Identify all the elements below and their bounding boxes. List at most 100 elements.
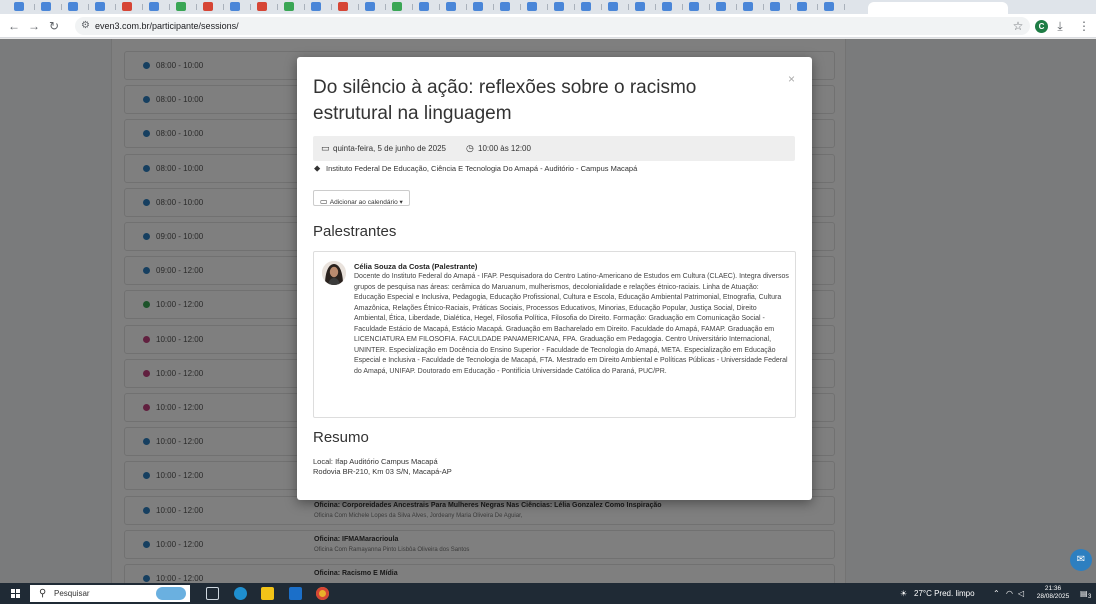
browser-tab-favicon-icon[interactable] [68,2,78,11]
site-info-icon[interactable]: ⚙ [81,19,90,33]
browser-toolbar: ← → ↻ ⚙ even3.com.br/participante/sessio… [0,14,1096,38]
browser-tab-favicon-icon[interactable] [284,2,294,11]
browser-tab-favicon-icon[interactable] [554,2,564,11]
browser-tab-favicon-icon[interactable] [635,2,645,11]
notification-count: 3 [1088,594,1092,600]
tab-separator [358,4,359,10]
browser-tab-favicon-icon[interactable] [527,2,537,11]
summary-heading: Resumo [313,429,369,446]
network-icon[interactable]: ◠ [1006,588,1013,599]
tray-expand-icon[interactable]: ⌃ [993,588,1000,599]
browser-tab-favicon-icon[interactable] [770,2,780,11]
search-icon: ⚲ [39,588,47,599]
tab-separator [142,4,143,10]
browser-tab-favicon-icon[interactable] [176,2,186,11]
menu-kebab-icon[interactable]: ⋮ [1076,18,1092,34]
modal-title: Do silêncio à ação: reflexões sobre o ra… [313,77,697,124]
browser-tab-favicon-icon[interactable] [122,2,132,11]
browser-tab-favicon-icon[interactable] [824,2,834,11]
tab-separator [61,4,62,10]
browser-tab-favicon-icon[interactable] [203,2,213,11]
clock-icon: ◷ [466,143,474,153]
add-to-calendar-button[interactable]: ▭ Adicionar ao calendário ▾ [313,190,410,206]
browser-tab-favicon-icon[interactable] [311,2,321,11]
browser-tab-favicon-icon[interactable] [230,2,240,11]
browser-tab-favicon-icon[interactable] [14,2,24,11]
system-clock[interactable]: 21:36 28/08/2025 [1033,585,1073,601]
search-highlight-icon [156,587,186,600]
taskbar-search-box[interactable]: ⚲ Pesquisar [30,585,190,602]
tab-separator [601,4,602,10]
tab-separator [412,4,413,10]
chrome-browser-icon[interactable] [316,587,329,600]
browser-tab-favicon-icon[interactable] [797,2,807,11]
task-view-icon[interactable] [206,587,219,600]
session-date: quinta-feira, 5 de junho de 2025 [333,144,446,153]
browser-tab-favicon-icon[interactable] [338,2,348,11]
clock-date: 28/08/2025 [1036,593,1070,600]
windows-start-icon[interactable] [11,589,21,599]
profile-avatar[interactable]: C [1035,20,1048,33]
tab-separator [115,4,116,10]
browser-tab-favicon-icon[interactable] [365,2,375,11]
speaker-bio: Docente do Instituto Federal do Amapá - … [354,273,789,375]
calendar-icon: ▭ [320,197,330,206]
tab-separator [385,4,386,10]
date-bar: ▭ quinta-feira, 5 de junho de 2025 ◷ 10:… [313,136,795,161]
edge-browser-icon[interactable] [234,587,247,600]
browser-tab-favicon-icon[interactable] [41,2,51,11]
tab-separator [439,4,440,10]
tab-separator [331,4,332,10]
bookmark-star-icon[interactable]: ☆ [1010,18,1026,34]
session-location: Instituto Federal De Educação, Ciência E… [326,164,638,173]
map-marker-icon: ⬥ [314,163,321,173]
download-icon[interactable]: ⤓ [1052,18,1068,34]
tab-separator [817,4,818,10]
browser-tab-favicon-icon[interactable] [95,2,105,11]
speaker-avatar [322,261,346,285]
browser-tab-favicon-icon[interactable] [473,2,483,11]
tab-separator [493,4,494,10]
tab-separator [88,4,89,10]
tab-separator [628,4,629,10]
reload-icon[interactable]: ↻ [46,18,62,34]
browser-tab-favicon-icon[interactable] [689,2,699,11]
close-icon[interactable]: × [788,73,795,85]
weather-icon[interactable]: ☀ [900,588,907,599]
address-bar[interactable]: ⚙ even3.com.br/participante/sessions/ [75,17,1030,35]
speaker-card: Célia Souza da Costa (Palestrante) Docen… [313,251,796,418]
tab-separator [196,4,197,10]
browser-tab-favicon-icon[interactable] [257,2,267,11]
browser-tab-favicon-icon[interactable] [716,2,726,11]
browser-tab-favicon-icon[interactable] [392,2,402,11]
browser-tab-favicon-icon[interactable] [662,2,672,11]
tab-separator [682,4,683,10]
browser-tab-favicon-icon[interactable] [446,2,456,11]
taskbar-search-placeholder: Pesquisar [54,589,90,598]
forward-icon[interactable]: → [26,18,42,34]
weather-text[interactable]: 27°C Pred. limpo [914,588,975,599]
browser-tab-favicon-icon[interactable] [500,2,510,11]
browser-tab-strip [0,0,1096,14]
volume-icon[interactable]: ◁ [1018,588,1024,599]
browser-tab-favicon-icon[interactable] [419,2,429,11]
tab-separator [655,4,656,10]
chat-icon[interactable]: ✉ [1070,549,1092,571]
back-icon[interactable]: ← [6,18,22,34]
tab-separator [547,4,548,10]
browser-tab-active[interactable] [868,2,1008,14]
outlook-icon[interactable] [289,587,302,600]
tab-separator [277,4,278,10]
tab-separator [790,4,791,10]
session-modal: × Do silêncio à ação: reflexões sobre o … [297,57,812,500]
summary-line: Rodovia BR-210, Km 03 S/N, Macapá-AP [313,467,452,476]
file-explorer-icon[interactable] [261,587,274,600]
browser-tab-favicon-icon[interactable] [149,2,159,11]
browser-tab-favicon-icon[interactable] [608,2,618,11]
notification-icon[interactable]: ▤ [1080,588,1088,599]
browser-tab-favicon-icon[interactable] [581,2,591,11]
speaker-name: Célia Souza da Costa (Palestrante) [354,262,478,271]
session-hours: 10:00 às 12:00 [478,144,531,153]
clock-time: 21:36 [1044,585,1062,592]
browser-tab-favicon-icon[interactable] [743,2,753,11]
